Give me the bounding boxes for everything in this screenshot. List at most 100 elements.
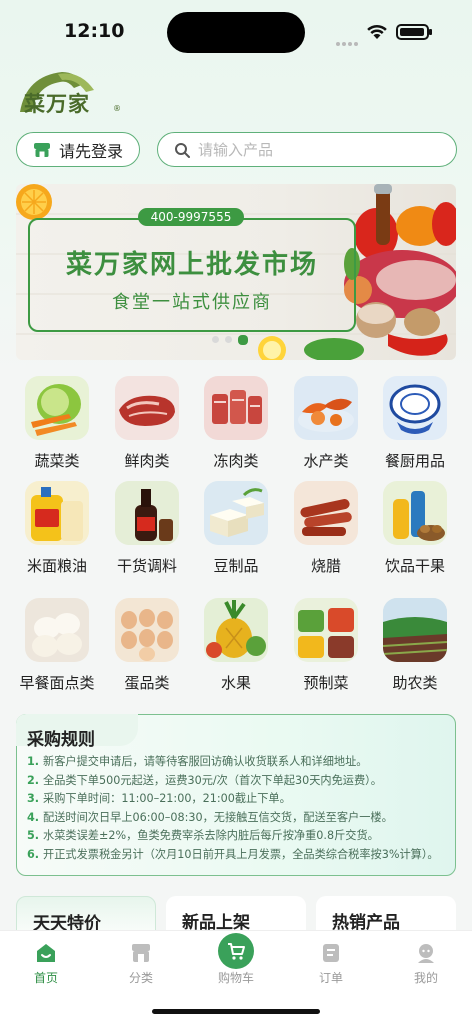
battery-icon <box>396 24 432 40</box>
category-label: 水果 <box>220 674 251 692</box>
tab-profile[interactable]: 我的 <box>386 937 466 986</box>
tab-home[interactable]: 首页 <box>6 937 86 986</box>
banner-phone: 400-9997555 <box>138 208 244 226</box>
pagination-dot <box>225 336 232 343</box>
category-label: 干货调料 <box>116 557 177 575</box>
rule-text: 新客户提交申请后，请等待客服回访确认收货联系人和详细地址。 <box>43 755 368 768</box>
rule-number: 2. <box>27 773 40 787</box>
category-seasoning[interactable]: 干货调料 <box>102 481 192 576</box>
category-label: 烧腊 <box>310 557 341 575</box>
search-icon <box>175 142 190 158</box>
category-label: 米面粮油 <box>26 557 87 575</box>
home-icon <box>37 944 55 962</box>
tab-label: 我的 <box>413 971 438 985</box>
category-rice-oil[interactable]: 米面粮油 <box>12 481 102 576</box>
category-tableware[interactable]: 餐厨用品 <box>370 376 460 471</box>
seafood-icon <box>294 376 358 440</box>
category-frozen-meat[interactable]: 冻肉类 <box>191 376 281 471</box>
category-label: 蔬菜类 <box>34 452 80 470</box>
rule-number: 3. <box>27 792 40 806</box>
category-buns[interactable]: 早餐面点类 <box>12 598 102 693</box>
pagination-dot-active <box>238 335 248 345</box>
status-time: 12:10 <box>64 20 125 42</box>
category-eggs[interactable]: 蛋品类 <box>102 598 192 693</box>
rule-item: 4. 配送时间次日早上06:00–08:30，无接触互信交货，配送至客户一楼。 <box>27 809 453 828</box>
rule-number: 4. <box>27 810 40 824</box>
drinks-nuts-icon <box>383 481 447 545</box>
category-label: 饮品干果 <box>384 557 445 575</box>
rule-text: 水菜类误差±2%，鱼类免费宰杀去除内脏后每斤按净重0.8斤交货。 <box>43 829 379 843</box>
login-button[interactable]: 请先登录 <box>16 132 140 167</box>
cart-icon <box>218 933 254 969</box>
category-prepared-food[interactable]: 预制菜 <box>281 598 371 693</box>
category-label: 餐厨用品 <box>384 452 445 470</box>
farm-icon <box>383 598 447 662</box>
rule-item: 6. 开正式发票税金另计（次月10日前开具上月发票，全品类综合税率按3%计算）。 <box>27 846 453 865</box>
rules-list: 1. 新客户提交申请后，请等待客服回访确认收货联系人和详细地址。 2. 全品类下单5… <box>27 753 453 865</box>
banner-title: 菜万家网上批发市场 <box>65 250 318 280</box>
seasoning-icon <box>115 481 179 545</box>
pagination-dot <box>212 336 219 343</box>
banner-subtitle: 食堂一站式供应商 <box>112 292 272 313</box>
purchase-rules-card: 采购规则 1. 新客户提交申请后，请等待客服回访确认收货联系人和详细地址。 2. 全… <box>16 714 456 876</box>
rule-item: 3. 采购下单时间：11:00–21:00，21:00截止下单。 <box>27 790 453 809</box>
category-seafood[interactable]: 水产类 <box>281 376 371 471</box>
buns-icon <box>25 598 89 662</box>
category-label: 蛋品类 <box>124 674 170 692</box>
rule-text: 配送时间次日早上06:00–08:30，无接触互信交货，配送至客户一楼。 <box>43 810 393 824</box>
rule-item: 1. 新客户提交申请后，请等待客服回访确认收货联系人和详细地址。 <box>27 753 453 772</box>
rule-text: 开正式发票税金另计（次月10日前开具上月发票，全品类综合税率按3%计算）。 <box>43 847 439 861</box>
category-label: 预制菜 <box>303 674 349 692</box>
category-label: 冻肉类 <box>213 452 259 470</box>
tab-label: 购物车 <box>217 971 254 985</box>
rule-text: 全品类下单500元起送，运费30元/次（首次下单起30天内免运费）。 <box>43 773 382 787</box>
rule-number: 6. <box>27 847 40 861</box>
promo-banner[interactable]: 400-9997555 菜万家网上批发市场 食堂一站式供应商 <box>16 184 456 360</box>
category-fruit[interactable]: 水果 <box>191 598 281 693</box>
category-label: 水产类 <box>303 452 349 470</box>
signal-icon <box>336 31 360 50</box>
category-label: 鲜肉类 <box>124 452 170 470</box>
search-input[interactable] <box>198 140 438 159</box>
frozen-meat-icon <box>204 376 268 440</box>
rule-number: 5. <box>27 829 40 843</box>
category-label: 早餐面点类 <box>19 674 95 692</box>
rule-text: 采购下单时间：11:00–21:00，21:00截止下单。 <box>43 792 291 806</box>
rules-title: 采购规则 <box>27 730 95 750</box>
eggs-icon <box>115 598 179 662</box>
category-roast-meat[interactable]: 烧腊 <box>281 481 371 576</box>
tab-label: 订单 <box>318 971 343 985</box>
order-icon <box>323 944 339 962</box>
tab-label: 首页 <box>33 971 58 985</box>
prepared-food-icon <box>294 598 358 662</box>
tab-cart[interactable]: 购物车 <box>196 933 276 986</box>
brand-name: 菜万家 <box>24 92 90 116</box>
category-farm[interactable]: 助农类 <box>370 598 460 693</box>
category-fresh-meat[interactable]: 鲜肉类 <box>102 376 192 471</box>
tableware-icon <box>383 376 447 440</box>
brand-registered-mark: ® <box>113 104 121 113</box>
tab-category[interactable]: 分类 <box>101 937 181 986</box>
rule-number: 1. <box>27 755 40 768</box>
category-tofu[interactable]: 豆制品 <box>191 481 281 576</box>
rule-item: 5. 水菜类误差±2%，鱼类免费宰杀去除内脏后每斤按净重0.8斤交货。 <box>27 827 453 846</box>
store-icon <box>33 142 50 157</box>
banner-pagination <box>212 335 248 345</box>
search-bar[interactable] <box>157 132 457 167</box>
fruit-icon <box>204 598 268 662</box>
home-indicator <box>152 1009 320 1014</box>
roast-meat-icon <box>294 481 358 545</box>
tab-orders[interactable]: 订单 <box>291 937 371 986</box>
category-vegetables[interactable]: 蔬菜类 <box>12 376 102 471</box>
status-bar: 12:10 <box>0 0 472 62</box>
vegetables-icon <box>25 376 89 440</box>
rice-oil-icon <box>25 481 89 545</box>
category-label: 豆制品 <box>213 557 259 575</box>
tab-label: 分类 <box>128 971 153 985</box>
rule-item: 2. 全品类下单500元起送，运费30元/次（首次下单起30天内免运费）。 <box>27 772 453 791</box>
category-drinks-nuts[interactable]: 饮品干果 <box>370 481 460 576</box>
fresh-meat-icon <box>115 376 179 440</box>
login-label: 请先登录 <box>58 141 123 161</box>
category-icon <box>132 944 150 962</box>
profile-icon <box>418 944 434 963</box>
